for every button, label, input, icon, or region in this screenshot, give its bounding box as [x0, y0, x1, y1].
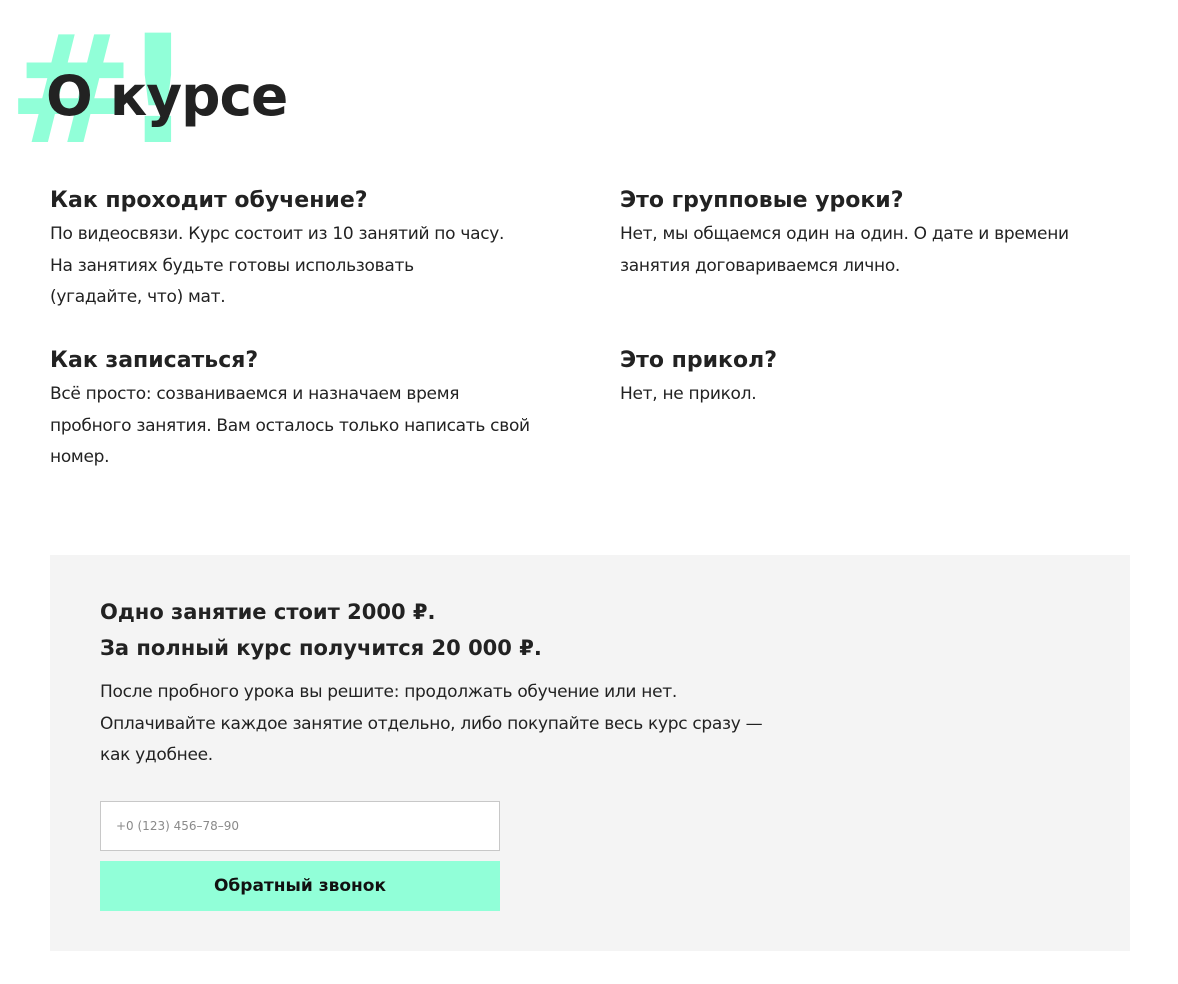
faq-answer-line: Нет, не прикол. [620, 384, 757, 404]
pricing-note-line: как удобнее. [100, 745, 213, 765]
faq-item-how-to-enroll: Как записаться? Всё просто: созваниваемс… [50, 346, 560, 474]
pricing-note-line: Оплачивайте каждое занятие отдельно, либ… [100, 713, 763, 734]
faq-answer-line: номер. [50, 447, 110, 467]
faq-answer-line: пробного занятия. Вам осталось только на… [50, 415, 530, 436]
faq-answer-line: Нет, мы общаемся один на один. О дате и … [620, 224, 1069, 244]
single-lesson-price: Одно занятие стоит 2000 ₽. [100, 600, 436, 624]
faq-answer: Всё просто: созваниваемся и назначаем вр… [50, 379, 560, 474]
faq-answer-line: Всё просто: созваниваемся и назначаем вр… [50, 384, 460, 404]
faq-answer: По видеосвязи. Курс состоит из 10 заняти… [50, 219, 560, 314]
faq-question: Как проходит обучение? [50, 188, 368, 213]
phone-input[interactable] [100, 801, 500, 851]
faq-answer-line: По видеосвязи. Курс состоит из 10 заняти… [50, 224, 505, 244]
faq-answer-line: занятия договариваемся лично. [620, 255, 901, 276]
faq-item-how-it-works: Как проходит обучение? По видеосвязи. Ку… [50, 186, 560, 314]
faq-question: Как записаться? [50, 348, 259, 373]
faq-answer: Нет, не прикол. [620, 379, 1120, 411]
faq-question: Это групповые уроки? [620, 188, 904, 213]
faq-question: Это прикол? [620, 348, 777, 373]
faq-answer: Нет, мы общаемся один на один. О дате и … [620, 219, 1120, 282]
faq-answer-line: На занятиях будьте готовы использовать [50, 255, 414, 276]
faq-item-is-it-a-joke: Это прикол? Нет, не прикол. [620, 346, 1120, 411]
page-title: О курсе [46, 64, 288, 128]
pricing-note: После пробного урока вы решите: продолжа… [100, 677, 820, 772]
full-course-price: За полный курс получится 20 000 ₽. [100, 636, 542, 660]
callback-button[interactable]: Обратный звонок [100, 861, 500, 911]
faq-answer-line: (угадайте, что) мат. [50, 287, 226, 307]
pricing-note-line: После пробного урока вы решите: продолжа… [100, 682, 677, 702]
pricing-panel: Одно занятие стоит 2000 ₽. За полный кур… [50, 555, 1130, 951]
faq-item-group-lessons: Это групповые уроки? Нет, мы общаемся од… [620, 186, 1120, 282]
